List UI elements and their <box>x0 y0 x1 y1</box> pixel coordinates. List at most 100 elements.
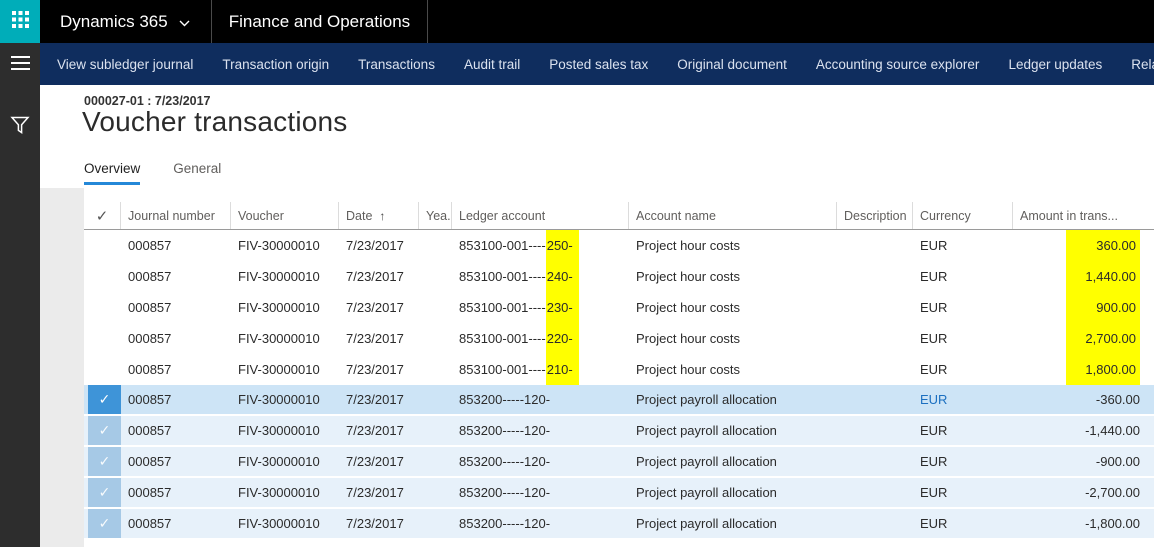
cell-select[interactable]: ✓ <box>84 447 121 476</box>
cell-currency[interactable]: EUR <box>913 416 1013 445</box>
cell-account-name[interactable]: Project payroll allocation <box>629 385 837 414</box>
product-name-button[interactable]: Finance and Operations <box>212 0 429 43</box>
cell-year[interactable] <box>419 416 452 445</box>
cell-ledger-account[interactable]: 853100-001---- 220- <box>452 323 629 354</box>
column-header-year[interactable]: Yea... <box>419 202 452 229</box>
cell-currency[interactable]: EUR <box>913 261 1013 292</box>
cell-select[interactable] <box>84 261 121 292</box>
cell-account-name[interactable]: Project payroll allocation <box>629 509 837 538</box>
cell-voucher[interactable]: FIV-30000010 <box>231 292 339 323</box>
cell-amount[interactable]: -900.00 <box>1013 447 1154 476</box>
cell-date[interactable]: 7/23/2017 <box>339 354 419 385</box>
cell-currency[interactable]: EUR <box>913 478 1013 507</box>
cell-amount[interactable]: 1,440.00 <box>1013 261 1154 292</box>
cell-select[interactable]: ✓ <box>84 416 121 445</box>
row-checkbox[interactable]: ✓ <box>88 447 121 476</box>
column-header-description[interactable]: Description <box>837 202 913 229</box>
cell-voucher[interactable]: FIV-30000010 <box>231 230 339 261</box>
column-header-journal[interactable]: Journal number <box>121 202 231 229</box>
cell-year[interactable] <box>419 323 452 354</box>
cell-voucher[interactable]: FIV-30000010 <box>231 447 339 476</box>
app-launcher-button[interactable] <box>0 0 40 43</box>
cell-journal-number[interactable]: 000857 <box>121 230 231 261</box>
column-header-amount[interactable]: Amount in trans... <box>1013 202 1154 229</box>
cell-year[interactable] <box>419 447 452 476</box>
cell-description[interactable] <box>837 478 913 507</box>
cell-amount[interactable]: 360.00 <box>1013 230 1154 261</box>
cell-date[interactable]: 7/23/2017 <box>339 509 419 538</box>
cell-journal-number[interactable]: 000857 <box>121 478 231 507</box>
cell-year[interactable] <box>419 261 452 292</box>
dynamics365-menu-button[interactable]: Dynamics 365 <box>40 0 212 43</box>
cell-ledger-account[interactable]: 853100-001---- 230- <box>452 292 629 323</box>
cell-journal-number[interactable]: 000857 <box>121 323 231 354</box>
cell-year[interactable] <box>419 354 452 385</box>
row-checkbox[interactable]: ✓ <box>88 385 121 414</box>
cell-voucher[interactable]: FIV-30000010 <box>231 385 339 414</box>
cell-date[interactable]: 7/23/2017 <box>339 261 419 292</box>
hamburger-menu-button[interactable] <box>1 47 39 84</box>
cell-select[interactable] <box>84 230 121 261</box>
cell-account-name[interactable]: Project payroll allocation <box>629 416 837 445</box>
cell-select[interactable] <box>84 323 121 354</box>
cell-date[interactable]: 7/23/2017 <box>339 447 419 476</box>
cell-ledger-account[interactable]: 853200-----120- <box>452 447 629 476</box>
action-original-document[interactable]: Original document <box>677 57 787 72</box>
cell-description[interactable] <box>837 230 913 261</box>
table-row[interactable]: 000857 FIV-30000010 7/23/2017 853100-001---… <box>84 261 1154 292</box>
cell-description[interactable] <box>837 509 913 538</box>
table-row[interactable]: 000857 FIV-30000010 7/23/2017 853100-001---… <box>84 323 1154 354</box>
cell-description[interactable] <box>837 447 913 476</box>
cell-ledger-account[interactable]: 853100-001---- 210- <box>452 354 629 385</box>
table-row[interactable]: ✓ 000857 FIV-30000010 7/23/2017 853200-----1… <box>84 385 1154 416</box>
cell-description[interactable] <box>837 292 913 323</box>
cell-year[interactable] <box>419 509 452 538</box>
cell-select[interactable]: ✓ <box>84 509 121 538</box>
tab-overview[interactable]: Overview <box>84 161 141 185</box>
column-header-select[interactable]: ✓ <box>84 202 121 229</box>
cell-ledger-account[interactable]: 853200-----120- <box>452 478 629 507</box>
cell-date[interactable]: 7/23/2017 <box>339 292 419 323</box>
cell-journal-number[interactable]: 000857 <box>121 416 231 445</box>
cell-journal-number[interactable]: 000857 <box>121 292 231 323</box>
action-posted-sales-tax[interactable]: Posted sales tax <box>549 57 648 72</box>
cell-ledger-account[interactable]: 853100-001---- 250- <box>452 230 629 261</box>
cell-amount[interactable]: 2,700.00 <box>1013 323 1154 354</box>
cell-date[interactable]: 7/23/2017 <box>339 385 419 414</box>
cell-currency[interactable]: EUR <box>913 354 1013 385</box>
cell-voucher[interactable]: FIV-30000010 <box>231 416 339 445</box>
table-row[interactable]: ✓ 000857 FIV-30000010 7/23/2017 853200-----1… <box>84 478 1154 509</box>
column-header-voucher[interactable]: Voucher <box>231 202 339 229</box>
table-row[interactable]: ✓ 000857 FIV-30000010 7/23/2017 853200-----1… <box>84 416 1154 447</box>
cell-amount[interactable]: -1,800.00 <box>1013 509 1154 538</box>
cell-currency[interactable]: EUR <box>913 509 1013 538</box>
cell-amount[interactable]: -2,700.00 <box>1013 478 1154 507</box>
cell-year[interactable] <box>419 478 452 507</box>
cell-voucher[interactable]: FIV-30000010 <box>231 478 339 507</box>
cell-account-name[interactable]: Project hour costs <box>629 230 837 261</box>
cell-select[interactable] <box>84 292 121 323</box>
cell-ledger-account[interactable]: 853200-----120- <box>452 509 629 538</box>
cell-year[interactable] <box>419 385 452 414</box>
cell-select[interactable] <box>84 354 121 385</box>
action-view-subledger-journal[interactable]: View subledger journal <box>57 57 193 72</box>
table-row[interactable]: 000857 FIV-30000010 7/23/2017 853100-001---… <box>84 354 1154 385</box>
cell-amount[interactable]: 1,800.00 <box>1013 354 1154 385</box>
cell-account-name[interactable]: Project hour costs <box>629 354 837 385</box>
cell-select[interactable]: ✓ <box>84 385 121 414</box>
column-header-ledger[interactable]: Ledger account <box>452 202 629 229</box>
action-audit-trail[interactable]: Audit trail <box>464 57 520 72</box>
cell-journal-number[interactable]: 000857 <box>121 509 231 538</box>
cell-journal-number[interactable]: 000857 <box>121 447 231 476</box>
action-accounting-source-explorer[interactable]: Accounting source explorer <box>816 57 980 72</box>
cell-account-name[interactable]: Project hour costs <box>629 261 837 292</box>
table-row[interactable]: ✓ 000857 FIV-30000010 7/23/2017 853200-----1… <box>84 509 1154 540</box>
column-header-account[interactable]: Account name <box>629 202 837 229</box>
cell-ledger-account[interactable]: 853100-001---- 240- <box>452 261 629 292</box>
cell-currency[interactable]: EUR <box>913 292 1013 323</box>
column-header-date[interactable]: Date ↑ <box>339 202 419 229</box>
cell-currency[interactable]: EUR <box>913 385 1013 414</box>
cell-account-name[interactable]: Project hour costs <box>629 323 837 354</box>
cell-voucher[interactable]: FIV-30000010 <box>231 323 339 354</box>
table-row[interactable]: 000857 FIV-30000010 7/23/2017 853100-001---… <box>84 292 1154 323</box>
